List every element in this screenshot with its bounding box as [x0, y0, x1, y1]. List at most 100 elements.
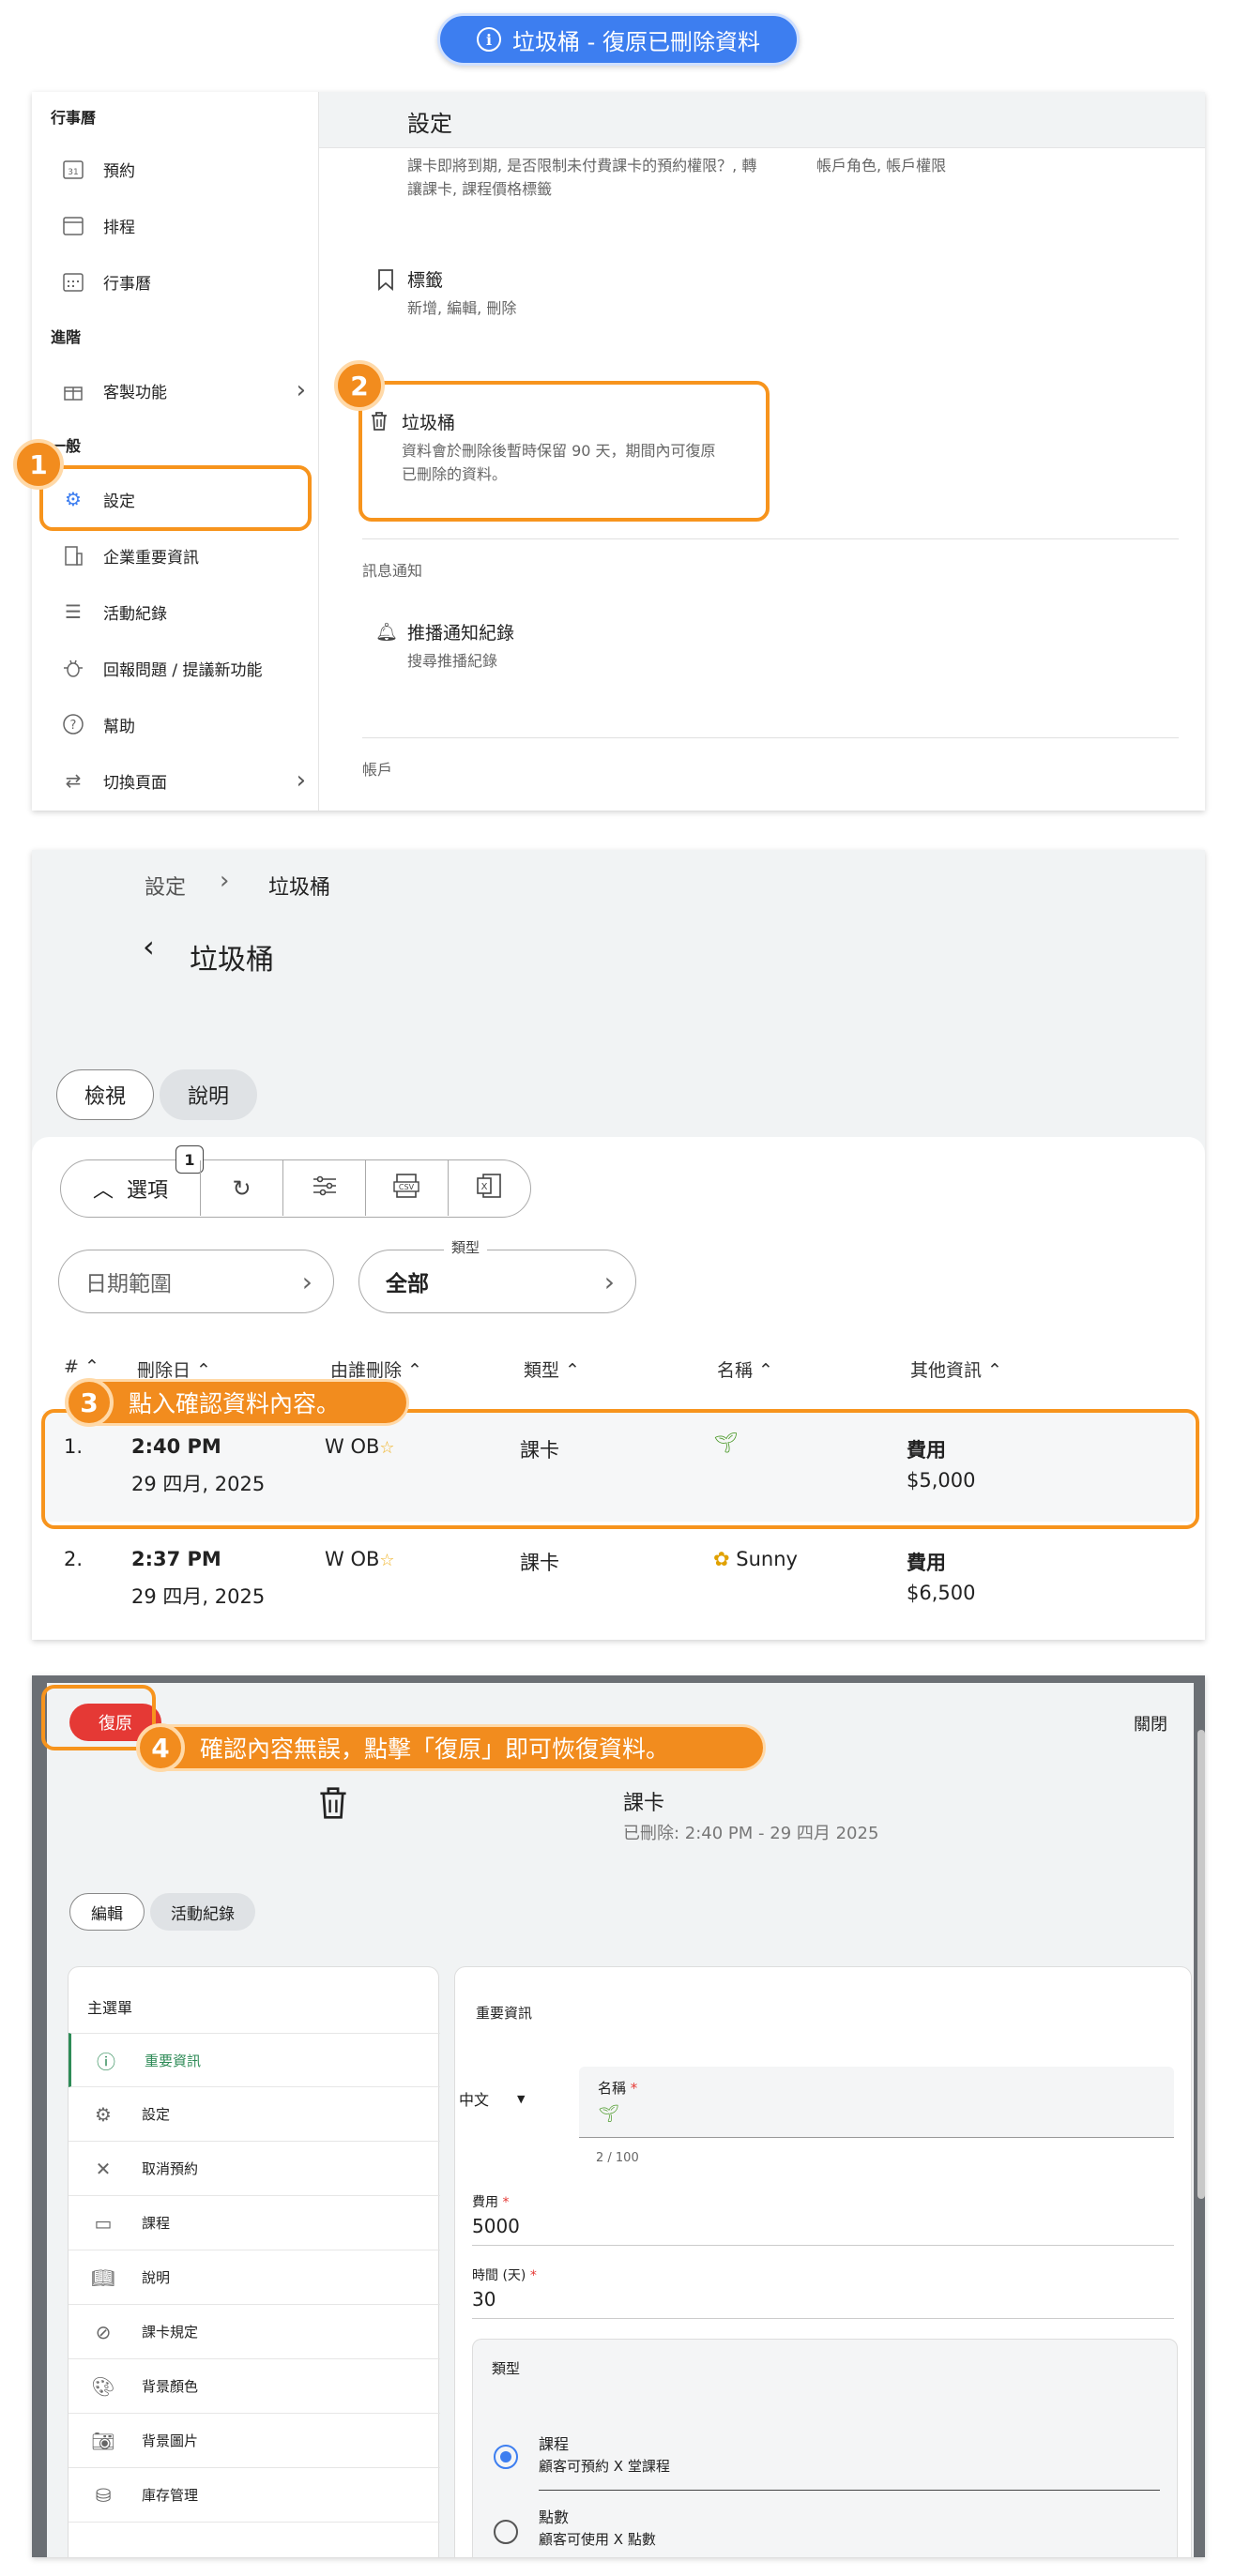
menu-title: 主選單: [87, 1999, 133, 2017]
sidebar-item-report[interactable]: 回報問題 / 提議新功能: [60, 649, 263, 687]
calendar-31-icon: 31: [60, 156, 86, 182]
option-course-desc: 顧客可預約 X 堂課程: [539, 2458, 670, 2475]
calendar-grid-icon: [60, 268, 86, 295]
breadcrumb-parent[interactable]: 設定: [145, 871, 186, 901]
sidebar-item-custom[interactable]: 客製功能 ›: [60, 371, 306, 409]
time-input[interactable]: 30: [472, 2288, 496, 2311]
column-header-type[interactable]: 類型 ⌃: [524, 1356, 580, 1382]
date-range-label: 日期範圍: [85, 1272, 172, 1296]
column-header-num[interactable]: # ⌃: [64, 1356, 99, 1377]
chevron-right-icon: ›: [301, 1265, 313, 1297]
sidebar-item-switch[interactable]: ⇄ 切換頁面 ›: [60, 762, 306, 799]
column-header-deleted[interactable]: 刪除日 ⌃: [137, 1356, 211, 1382]
csv-icon: CSV: [392, 1173, 421, 1205]
bug-icon: [60, 655, 86, 681]
step-3-tooltip: 3 點入確認資料內容。: [65, 1378, 409, 1427]
column-header-deleted-by[interactable]: 由誰刪除 ⌃: [330, 1356, 422, 1382]
fee-input[interactable]: 5000: [472, 2215, 520, 2237]
menu-item-bg-color[interactable]: 🎨︎ 背景顏色: [69, 2359, 440, 2414]
divider: [362, 538, 1179, 539]
help-icon: ?: [60, 711, 86, 737]
menu-item-rules[interactable]: ⊘ 課卡規定: [69, 2305, 440, 2359]
record-deleted-time: 已刪除: 2:40 PM - 29 四月 2025: [623, 1824, 879, 1843]
form-title: 重要資訊: [476, 2005, 533, 2022]
option-points-title: 點數: [539, 2508, 570, 2526]
calendar-blank-icon: [60, 212, 86, 238]
menu-item-cancel[interactable]: ✕ 取消預約: [69, 2142, 440, 2196]
column-header-info[interactable]: 其他資訊 ⌃: [910, 1356, 1002, 1382]
presentation-icon: ▭: [94, 2211, 113, 2235]
sidebar-item-label: 預約: [103, 161, 135, 181]
sidebar-item-label: 排程: [103, 218, 135, 237]
tab-view[interactable]: 檢視: [56, 1069, 154, 1120]
menu-item-bg-image[interactable]: 📷︎ 背景圖片: [69, 2414, 440, 2468]
language-select[interactable]: 中文 ▼: [459, 2070, 553, 2127]
record-title: 課卡: [623, 1792, 665, 1815]
filter-settings-button[interactable]: [282, 1160, 365, 1216]
account-desc: 帳戶角色, 帳戶權限: [816, 157, 947, 174]
sidebar-item-activity[interactable]: ☰ 活動紀錄: [60, 593, 167, 630]
svg-text:?: ?: [70, 719, 77, 733]
form-card: 重要資訊 中文 ▼ 名稱 * 🌱︎ 2 / 100 費用 * 5000 時間 (天…: [454, 1966, 1192, 2557]
push-desc: 搜尋推播紀錄: [407, 652, 498, 670]
back-icon[interactable]: ‹: [143, 929, 155, 964]
date-range-filter[interactable]: 日期範圍 ›: [58, 1250, 334, 1313]
chevron-right-icon: ›: [296, 766, 306, 795]
type-filter-value: 全部: [386, 1272, 429, 1296]
column-header-name[interactable]: 名稱 ⌃: [717, 1356, 773, 1382]
table-row[interactable]: [43, 1525, 1194, 1636]
row-date: 29 四月, 2025: [131, 1585, 266, 1608]
sidebar-item-label: 切換頁面: [103, 773, 167, 793]
excel-icon: X: [476, 1173, 504, 1205]
radio-course[interactable]: [494, 2445, 518, 2469]
export-excel-button[interactable]: X: [448, 1160, 530, 1216]
close-button[interactable]: 關閉: [1134, 1711, 1167, 1735]
time-underline: [472, 2318, 1174, 2319]
row-num: 2.: [64, 1548, 84, 1570]
breadcrumb-separator-icon: ›: [220, 867, 230, 895]
options-label: 選項: [127, 1178, 169, 1203]
menu-item-inventory[interactable]: ⛁ 庫存管理: [69, 2468, 440, 2523]
bell-icon: 🔔︎: [375, 622, 399, 643]
page-title: 垃圾桶: [190, 944, 274, 977]
sidebar-item-help[interactable]: ? 幫助: [60, 705, 135, 743]
sidebar-item-label: 活動紀錄: [103, 604, 167, 624]
sidebar-item-schedule[interactable]: 排程: [60, 206, 135, 244]
sidebar-item-company[interactable]: 企業重要資訊: [60, 537, 199, 574]
tab-activity-log[interactable]: 活動紀錄: [150, 1893, 255, 1931]
menu-item-settings[interactable]: ⚙ 設定: [69, 2087, 440, 2142]
settings-header: 設定: [319, 92, 1205, 148]
ban-icon: ⊘: [95, 2320, 112, 2343]
option-course-title: 課程: [539, 2435, 570, 2453]
row-name: ✿ Sunny: [713, 1548, 798, 1570]
book-icon: 📖︎: [91, 2265, 115, 2289]
menu-item-description[interactable]: 📖︎ 說明: [69, 2250, 440, 2305]
name-field[interactable]: 名稱 * 🌱︎: [579, 2067, 1174, 2138]
fee-label: 費用 *: [472, 2195, 510, 2210]
sunflower-icon: ✿: [713, 1548, 730, 1570]
divider: [362, 737, 1179, 738]
sidebar-item-bookings[interactable]: 31 預約: [60, 150, 135, 188]
export-csv-button[interactable]: CSV: [365, 1160, 448, 1216]
title-banner: i 垃圾桶 - 復原已刪除資料: [437, 13, 800, 66]
section-account: 帳戶: [362, 761, 393, 779]
row-time: 2:37 PM: [131, 1548, 221, 1570]
type-filter[interactable]: 類型 全部 ›: [358, 1237, 636, 1313]
tab-description[interactable]: 說明: [160, 1069, 257, 1120]
options-button[interactable]: ︿ 選項 1: [61, 1145, 204, 1216]
gear-icon: ⚙: [95, 2102, 112, 2126]
database-icon: ⛁: [95, 2483, 112, 2507]
chevron-right-icon: ›: [603, 1265, 615, 1297]
chevron-right-icon: ›: [296, 376, 306, 404]
push-title: 推播通知紀錄: [407, 623, 515, 644]
menu-item-important[interactable]: ⓘ 重要資訊: [69, 2033, 440, 2087]
option-divider: [539, 2490, 1160, 2491]
sidebar-item-label: 企業重要資訊: [103, 548, 199, 568]
radio-points[interactable]: [494, 2520, 518, 2544]
scrollbar[interactable]: [1197, 1730, 1205, 2199]
tab-edit[interactable]: 編輯: [69, 1893, 145, 1931]
refresh-button[interactable]: ↻: [200, 1160, 282, 1216]
sidebar-item-calendar[interactable]: 行事曆: [60, 263, 151, 300]
sidebar: 行事曆 31 預約 排程 行事曆 進階 客製功能 › 一般 ⚙ 設定 企業重要資…: [32, 92, 319, 811]
menu-item-course[interactable]: ▭ 課程: [69, 2196, 440, 2250]
